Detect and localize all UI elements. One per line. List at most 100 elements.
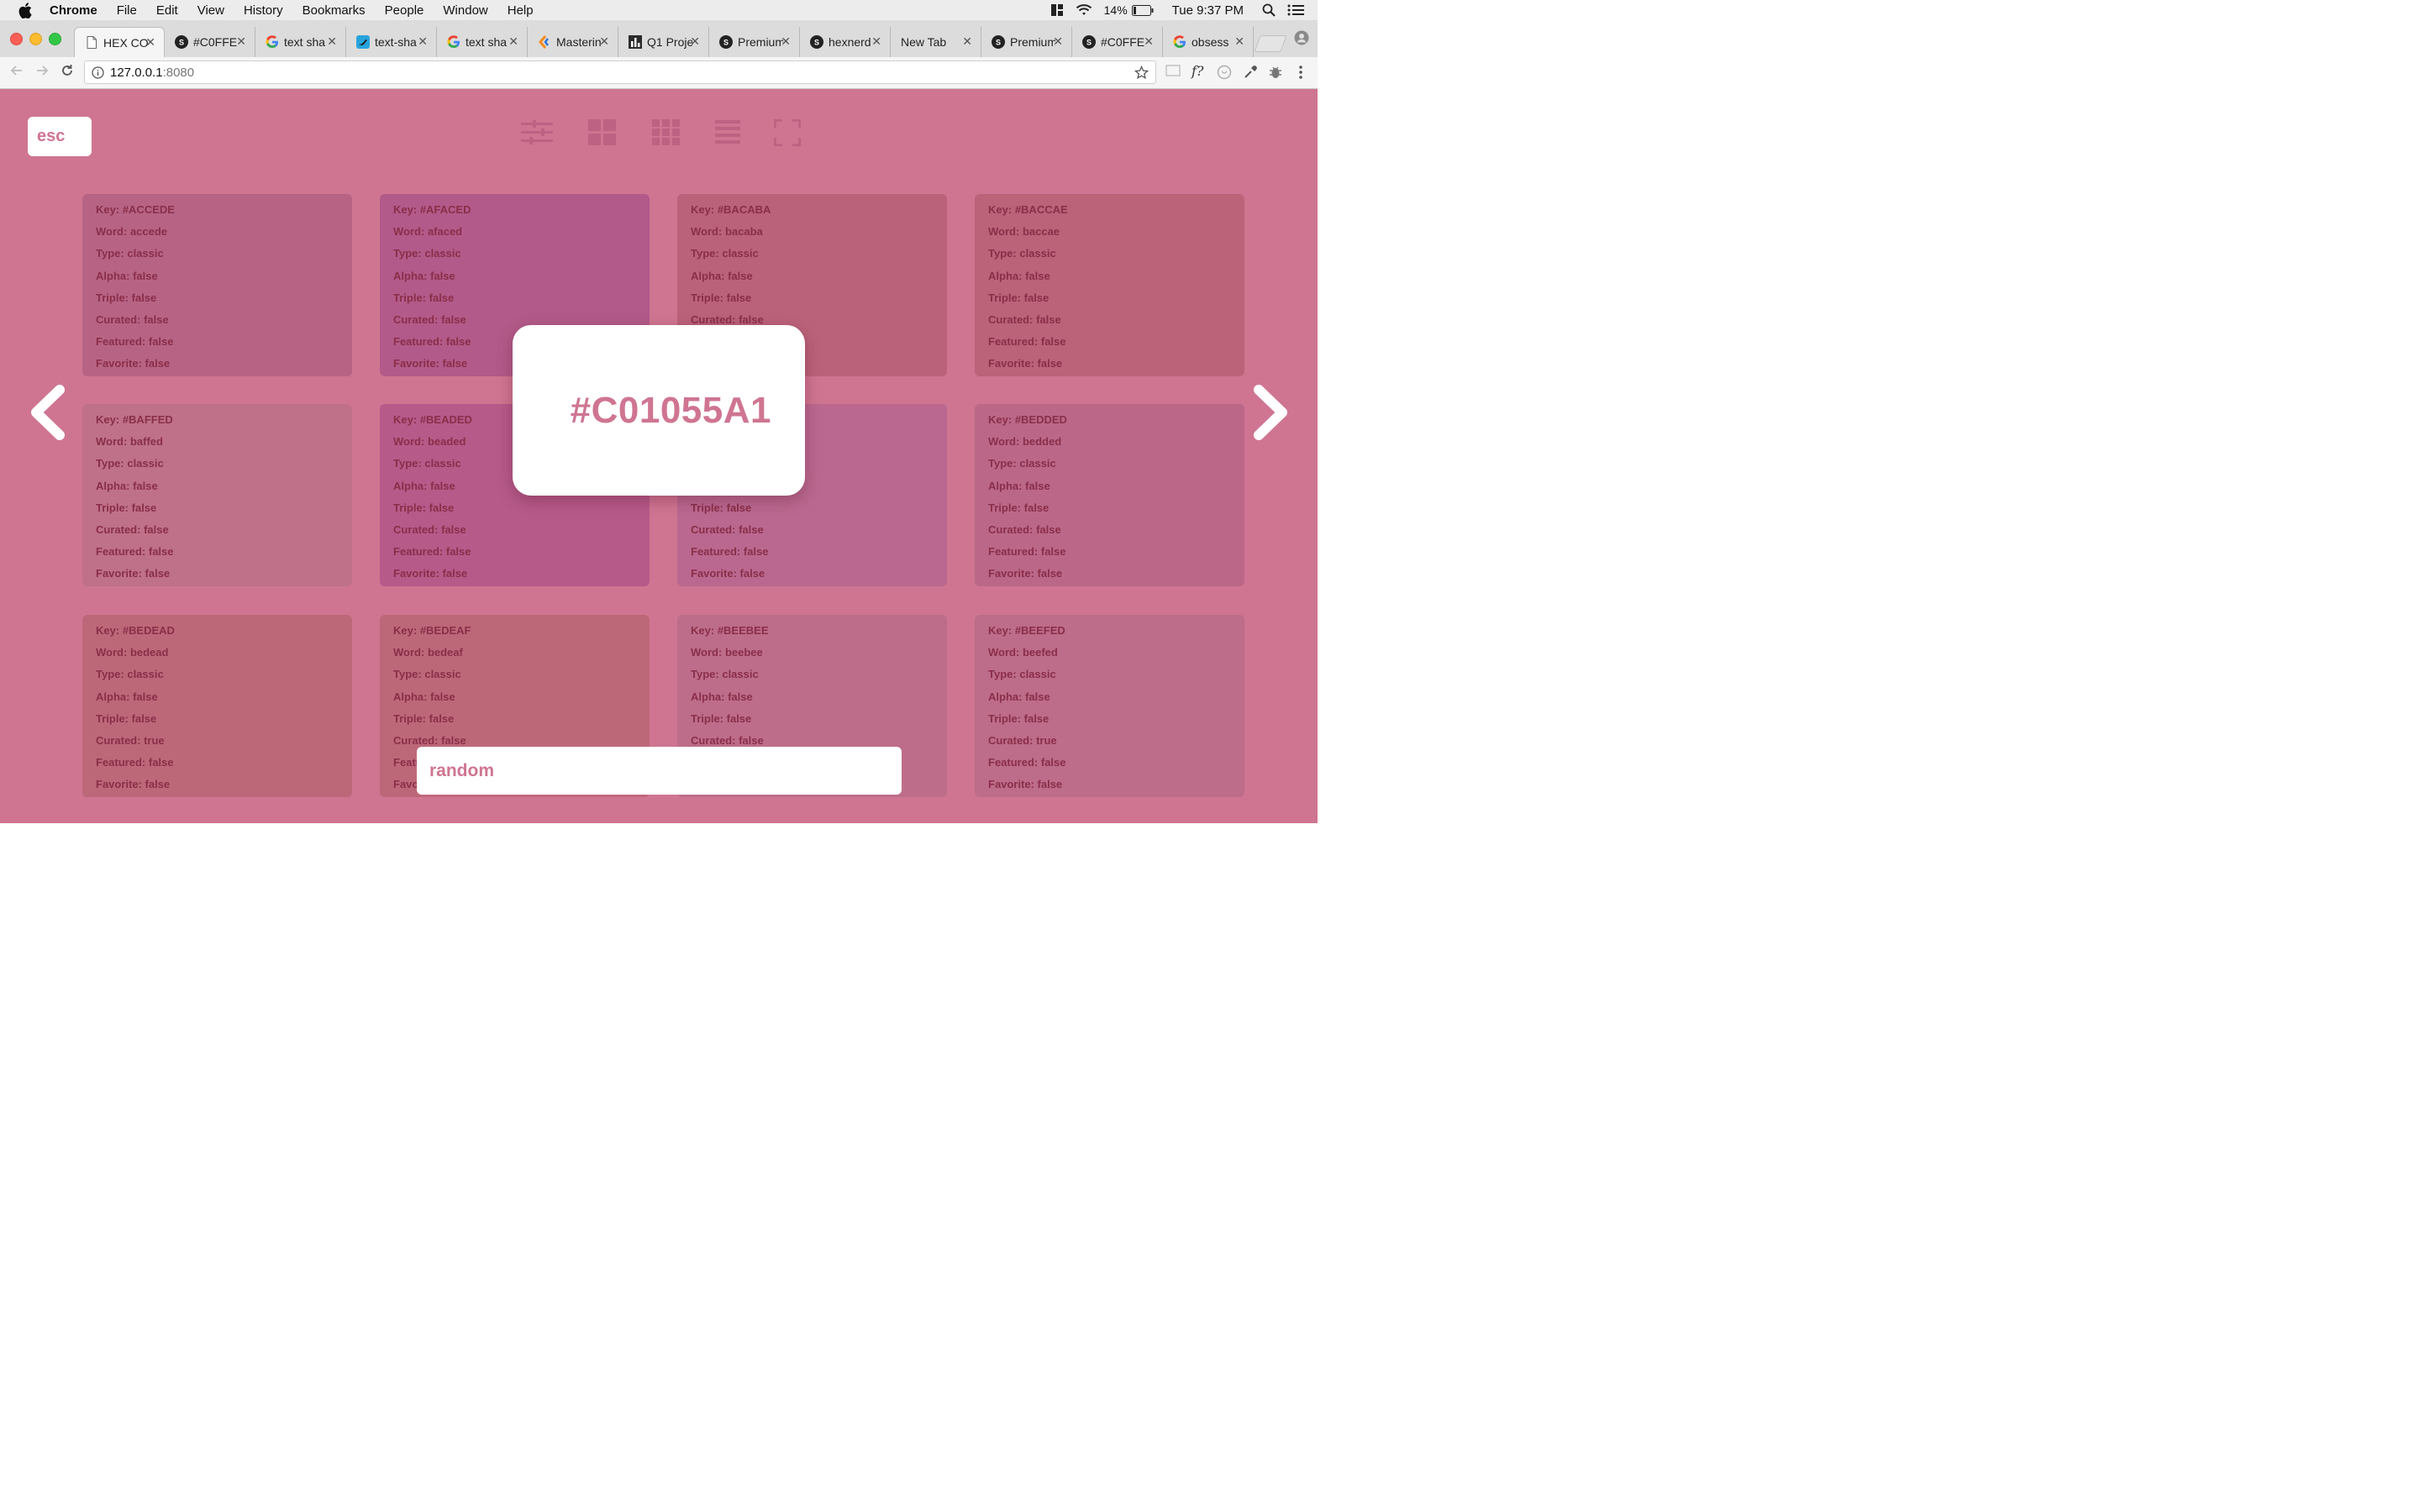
browser-tab[interactable]: S Premium ✕ [709,27,800,57]
card-triple: Triple: false [691,291,947,313]
site-icon: S [1082,35,1096,49]
card-alpha-value: false [728,690,753,703]
close-tab-icon[interactable]: ✕ [962,34,972,49]
card-type-label: Type: [96,457,124,470]
color-card[interactable]: Key: #ACCEDE Word: accede Type: classic Alp… [82,194,352,376]
card-alpha-label: Alpha: [988,479,1023,492]
zoom-window-button[interactable] [49,33,61,45]
site-info-icon[interactable] [92,66,104,79]
card-curated-label: Curated: [393,522,439,536]
close-tab-icon[interactable]: ✕ [1053,34,1063,49]
grid-large-icon[interactable] [588,119,617,150]
apple-icon[interactable] [18,2,35,18]
close-tab-icon[interactable]: ✕ [1234,34,1244,49]
card-favorite-label: Favorite: [988,567,1034,580]
close-tab-icon[interactable]: ✕ [781,34,791,49]
esc-button[interactable]: esc [28,117,92,156]
chrome-menu-icon[interactable] [1297,65,1304,84]
menu-edit[interactable]: Edit [156,3,178,18]
battery-icon[interactable] [1131,4,1154,16]
card-curated-value: false [739,733,764,747]
browser-tab[interactable]: HEX CO ✕ [74,27,165,57]
menu-file[interactable]: File [117,3,137,18]
next-arrow-icon[interactable] [1252,385,1291,444]
random-button[interactable]: random [417,747,902,795]
browser-tab[interactable]: text-sha ✕ [346,27,437,57]
spotlight-search-icon[interactable] [1262,3,1276,17]
browser-tab[interactable]: Q1 Proje ✕ [618,27,709,57]
menu-people[interactable]: People [385,3,424,18]
card-favorite-label: Favorite: [988,778,1034,791]
bug-icon[interactable] [1268,65,1283,84]
color-card[interactable]: Key: #BEEFED Word: beefed Type: classic Alp… [975,615,1244,797]
card-featured-label: Featured: [988,335,1039,349]
card-favorite-value: false [145,567,171,580]
color-card[interactable]: Key: #BACCAE Word: baccae Type: classic Alp… [975,194,1244,376]
card-alpha-label: Alpha: [393,690,428,703]
menu-history[interactable]: History [244,3,283,18]
fullscreen-icon[interactable] [773,118,802,150]
new-tab-button[interactable] [1254,35,1287,52]
svg-text:S: S [996,39,1001,47]
menu-bookmarks[interactable]: Bookmarks [302,3,366,18]
browser-tab[interactable]: text sha ✕ [437,27,528,57]
browser-tab[interactable]: Masterin ✕ [528,27,618,57]
card-type-value: classic [722,668,759,681]
card-curated-value: false [1036,312,1061,326]
card-key-label: Key: [96,624,120,637]
notification-center-icon[interactable] [1287,4,1304,16]
eyedropper-icon[interactable] [1243,65,1258,84]
card-favorite-value: false [739,567,765,580]
close-tab-icon[interactable]: ✕ [418,34,428,49]
close-tab-icon[interactable]: ✕ [871,34,881,49]
site-icon: S [810,35,823,49]
color-card[interactable]: Key: #BEDEAD Word: bedead Type: classic Alp… [82,615,352,797]
previous-arrow-icon[interactable] [28,385,66,444]
color-card[interactable]: Key: #BAFFED Word: baffed Type: classic Alp… [82,404,352,586]
menu-window[interactable]: Window [443,3,487,18]
back-icon[interactable] [10,64,24,81]
profile-icon[interactable] [1294,30,1309,50]
close-tab-icon[interactable]: ✕ [1144,34,1154,49]
browser-tab[interactable]: New Tab ✕ [891,27,981,57]
clock[interactable]: Tue 9:37 PM [1172,3,1244,18]
menu-help[interactable]: Help [508,3,534,18]
close-window-button[interactable] [10,33,23,45]
browser-tab[interactable]: S Premium ✕ [981,27,1072,57]
card-favorite: Favorite: false [988,357,1244,379]
browser-tab[interactable]: obsess ✕ [1163,27,1254,57]
bookmark-star-icon[interactable] [1134,65,1150,83]
menu-view[interactable]: View [197,3,224,18]
filters-icon[interactable] [521,119,555,150]
wifi-icon[interactable] [1076,3,1092,17]
card-type-value: classic [1019,247,1056,260]
browser-tab[interactable]: S #C0FFE ✕ [1072,27,1163,57]
minimize-window-button[interactable] [29,33,42,45]
hex-overlay[interactable]: #C01055A1 [513,325,805,496]
browser-tab[interactable]: Shexnerd ✕ [800,27,891,57]
card-key-label: Key: [988,203,1013,216]
card-favorite: Favorite: false [988,567,1244,589]
color-card[interactable]: Key: #BEDDEDWord: beddedType: classicAlp… [975,404,1244,586]
close-tab-icon[interactable]: ✕ [327,34,337,49]
card-favorite: Favorite: false [988,778,1244,800]
cast-icon[interactable] [1165,65,1181,81]
close-tab-icon[interactable]: ✕ [508,34,518,49]
browser-tab[interactable]: S #C0FFE ✕ [165,27,255,57]
close-tab-icon[interactable]: ✕ [599,34,609,49]
window-manager-icon[interactable] [1050,3,1064,17]
close-tab-icon[interactable]: ✕ [690,34,700,49]
app-menu-chrome[interactable]: Chrome [50,3,97,18]
grid-small-icon[interactable] [652,119,680,150]
list-view-icon[interactable] [715,119,740,150]
card-triple-value: false [131,501,157,514]
close-tab-icon[interactable]: ✕ [145,35,155,50]
address-bar[interactable]: 127.0.0.1 :8080 [84,60,1156,84]
close-tab-icon[interactable]: ✕ [236,34,246,49]
forward-icon[interactable] [35,64,49,81]
card-word-label: Word: [96,435,128,449]
extension-circle-icon[interactable] [1217,65,1232,84]
reload-icon[interactable] [60,64,74,81]
font-finder-icon[interactable]: f? [1192,63,1204,79]
browser-tab[interactable]: text sha ✕ [255,27,346,57]
